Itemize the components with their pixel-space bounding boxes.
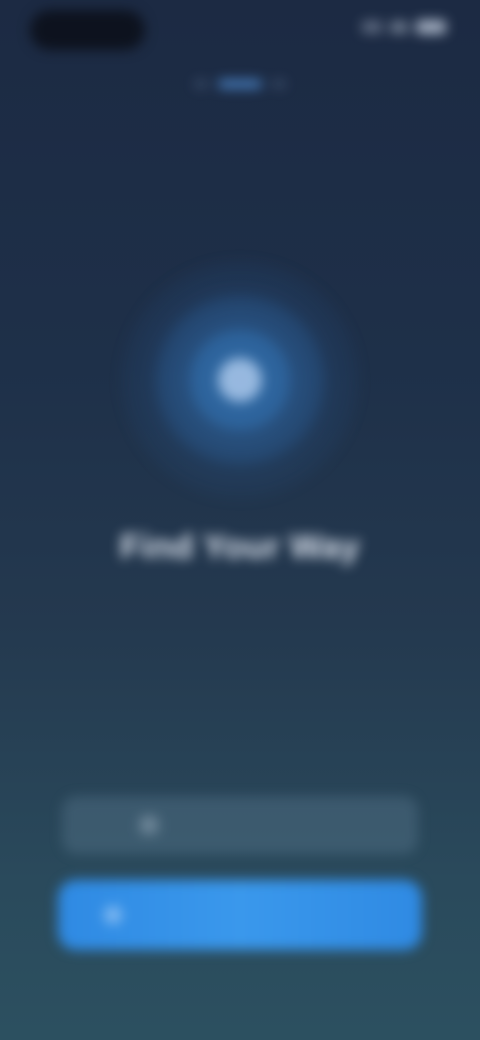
primary-button[interactable] xyxy=(58,880,422,950)
step-dot xyxy=(272,80,286,88)
wifi-icon xyxy=(390,21,408,33)
onboarding-screen: Find Your Way xyxy=(0,0,480,1040)
page-title: Find Your Way xyxy=(119,528,361,566)
secondary-button-icon xyxy=(140,816,158,834)
location-pin-icon xyxy=(218,358,262,402)
step-indicator xyxy=(0,80,480,88)
step-dot xyxy=(194,80,208,88)
dynamic-island xyxy=(30,10,145,50)
primary-button-icon xyxy=(104,906,122,924)
step-dot-active xyxy=(218,80,262,88)
secondary-button[interactable] xyxy=(62,796,418,854)
signal-icon xyxy=(362,21,382,33)
status-bar xyxy=(0,0,480,60)
battery-icon xyxy=(416,20,446,34)
status-icons xyxy=(362,20,446,34)
location-radar-illustration xyxy=(120,260,360,500)
